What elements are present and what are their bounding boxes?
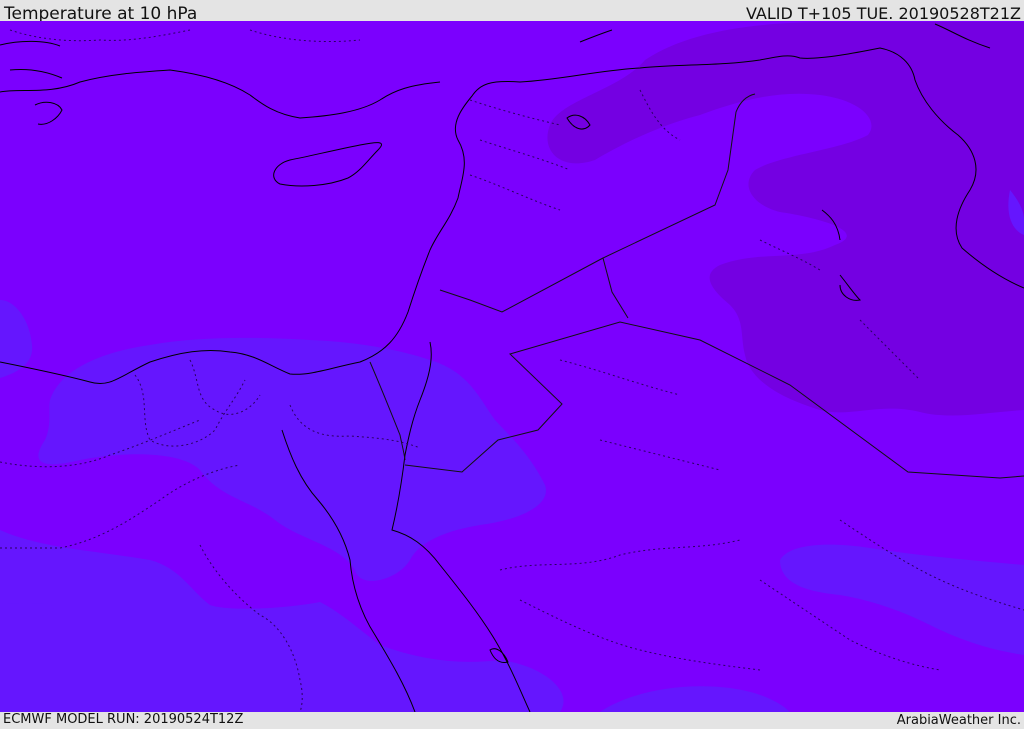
header-bar: Temperature at 10 hPa VALID T+105 TUE. 2… bbox=[0, 0, 1024, 24]
credit-label: ArabiaWeather Inc. bbox=[896, 713, 1021, 728]
model-run: ECMWF MODEL RUN: 20190524T12Z bbox=[3, 712, 244, 727]
cool-zone-small bbox=[0, 603, 54, 616]
temperature-map bbox=[0, 21, 1024, 712]
footer-bar: ECMWF MODEL RUN: 20190524T12Z ArabiaWeat… bbox=[0, 712, 1024, 729]
